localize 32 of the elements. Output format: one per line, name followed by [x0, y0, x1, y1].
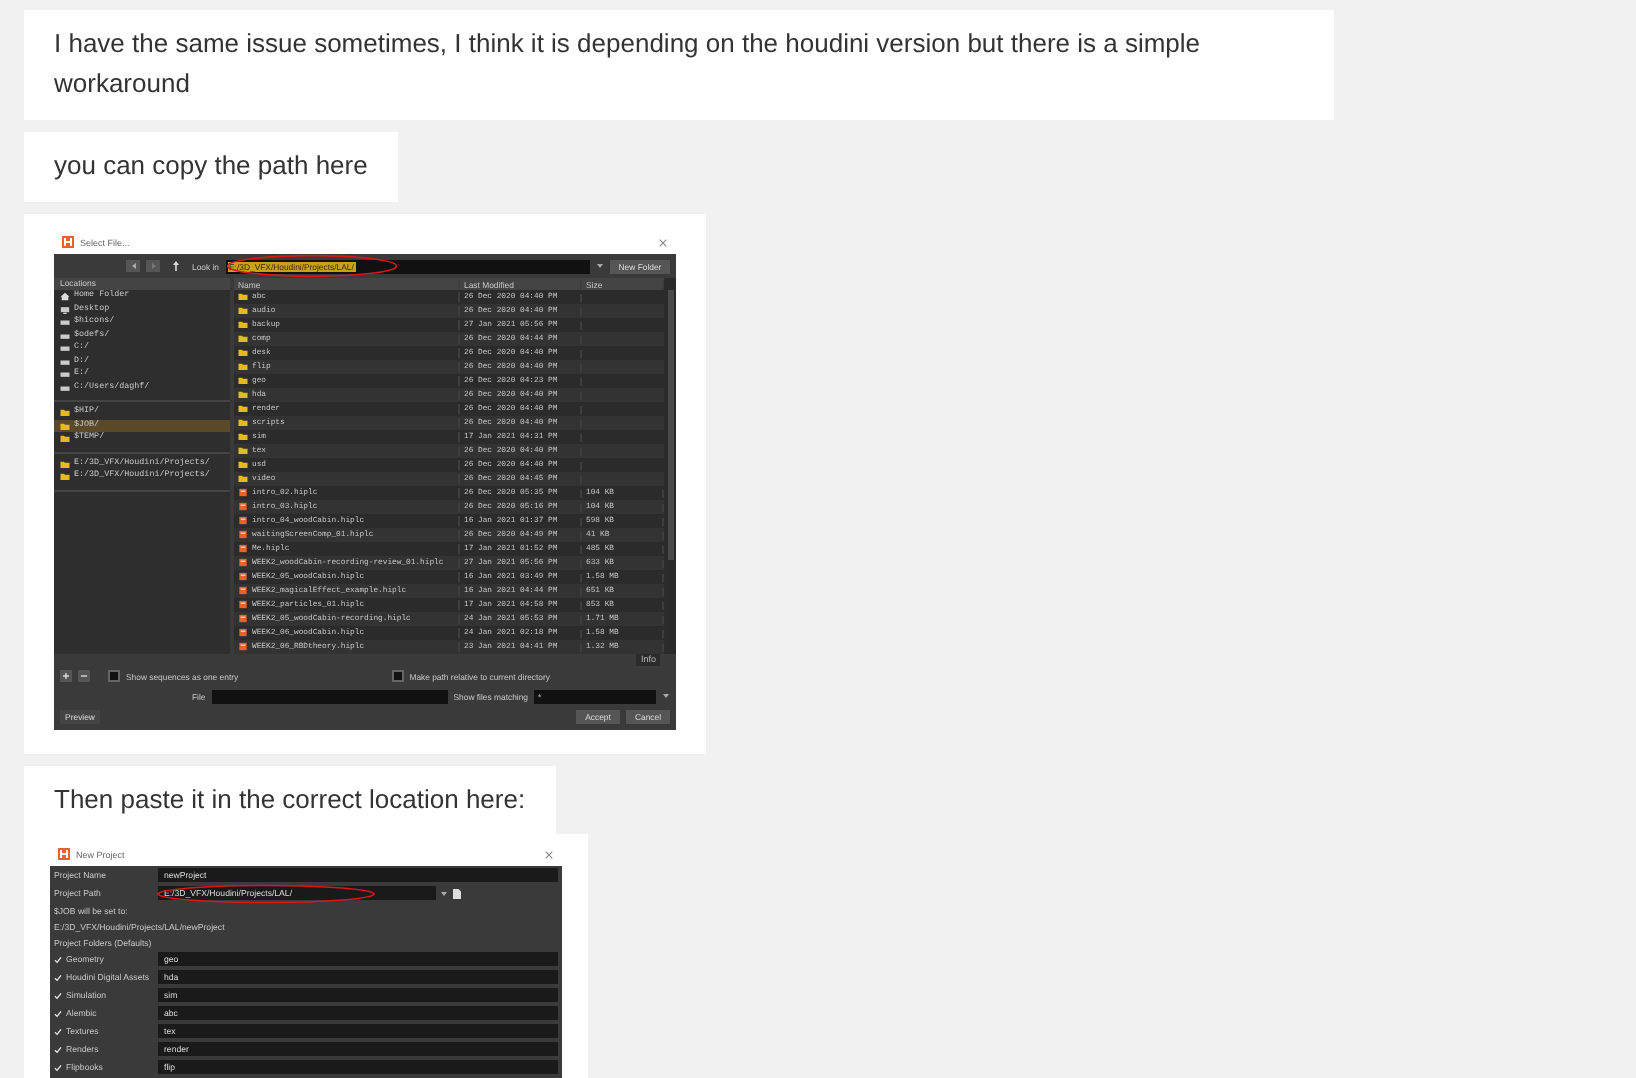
file-icon [238, 544, 248, 554]
app-logo-icon [62, 236, 74, 248]
up-arrow-icon[interactable] [172, 260, 180, 272]
file-icon [238, 572, 248, 582]
file-icon [238, 558, 248, 568]
checkbox[interactable] [391, 670, 404, 682]
file-icon [238, 600, 248, 610]
message-text: Then paste it in the correct location here: [54, 784, 526, 814]
house-icon [60, 292, 70, 301]
file-icon [238, 614, 248, 624]
caret-icon[interactable] [596, 262, 604, 270]
file-icon [238, 628, 248, 638]
checkbox[interactable] [108, 670, 120, 682]
app-logo-icon [58, 848, 70, 860]
remove-button[interactable] [78, 670, 90, 682]
file-icon [238, 586, 248, 596]
file-icon [238, 488, 248, 498]
file-icon [238, 502, 248, 512]
close-icon[interactable] [658, 237, 668, 247]
message-text: you can copy the path here [54, 150, 368, 180]
file-icon [238, 530, 248, 540]
close-icon[interactable] [544, 849, 554, 859]
message-text: I have the same issue sometimes, I think it is depending on the houdini version but there is a simple workaround [54, 28, 1201, 98]
document-icon[interactable] [452, 887, 462, 899]
back-button[interactable] [126, 260, 140, 272]
file-icon [238, 642, 248, 652]
monitor-icon [60, 305, 70, 314]
caret-icon[interactable] [662, 692, 670, 700]
add-button[interactable] [60, 670, 72, 682]
caret-icon[interactable] [440, 889, 448, 897]
file-input-field[interactable] [211, 689, 448, 703]
file-icon [238, 516, 248, 526]
